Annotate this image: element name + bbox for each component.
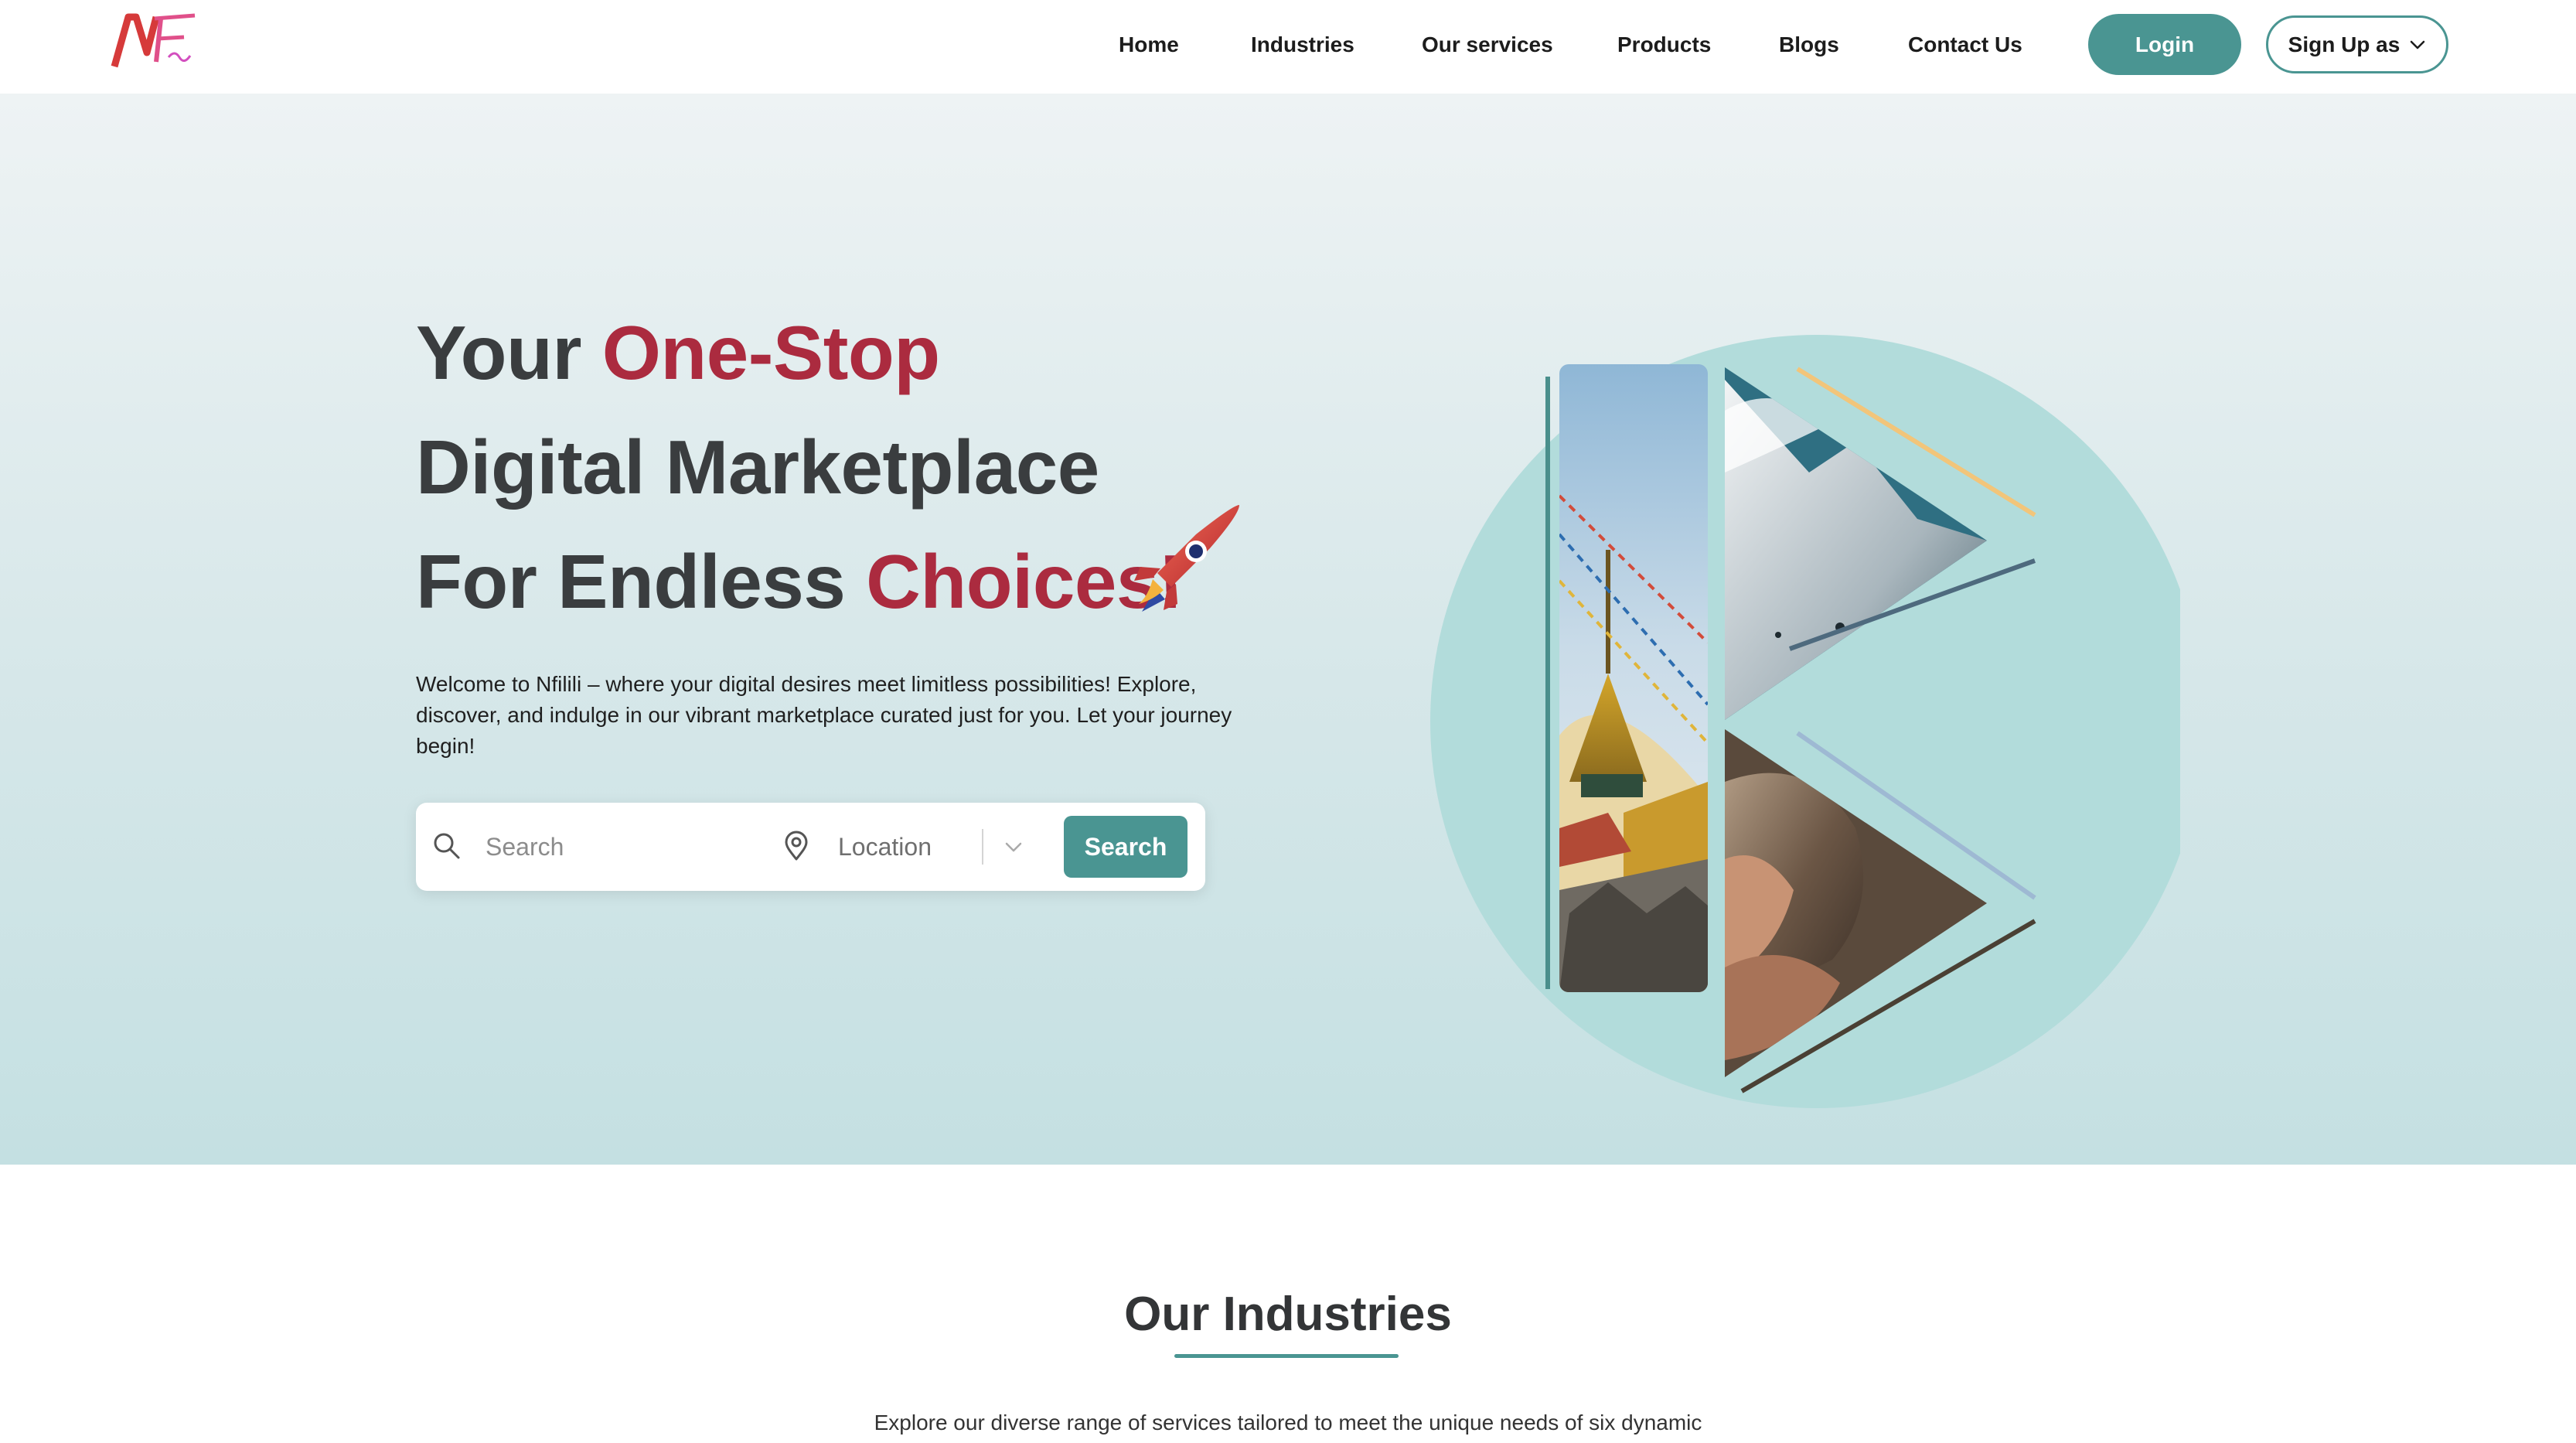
nav-link-home[interactable]: Home: [1119, 29, 1179, 60]
nav-link-products[interactable]: Products: [1617, 29, 1711, 60]
hero-section: Your One-Stop Digital Marketplace For En…: [0, 94, 2576, 1165]
location-divider: [982, 829, 983, 865]
nav-link-contact-us[interactable]: Contact Us: [1908, 29, 2022, 60]
nav-link-our-services[interactable]: Our services: [1422, 29, 1553, 60]
signup-label: Sign Up as: [2288, 32, 2401, 56]
location-pin-icon: [785, 831, 808, 861]
hero-headline-line-1: Your One-Stop: [416, 306, 940, 399]
headline-text: For Endless: [416, 539, 867, 624]
title-underline: [1174, 1354, 1399, 1358]
login-button[interactable]: Login: [2088, 14, 2241, 75]
headline-accent-one-stop: One-Stop: [601, 310, 940, 395]
nav-link-industries[interactable]: Industries: [1251, 29, 1354, 60]
chevron-down-icon[interactable]: [1000, 834, 1027, 860]
rocket-icon: [1134, 505, 1239, 612]
search-button[interactable]: Search: [1064, 816, 1187, 878]
top-navigation: Home Industries Our services Products Bl…: [0, 0, 2576, 94]
signup-dropdown-button[interactable]: Sign Up as: [2266, 15, 2448, 73]
hero-intro-text: Welcome to Nfilili – where your digital …: [416, 672, 1232, 758]
hero-headline-line-3: For Endless Choices!: [416, 535, 1184, 628]
search-bar: Search: [416, 803, 1205, 891]
hero-headline-line-2: Digital Marketplace: [416, 425, 1099, 510]
headline-text: Your: [416, 310, 602, 395]
search-icon: [434, 833, 460, 859]
industries-subtitle: Explore our diverse range of services ta…: [874, 1411, 1702, 1434]
search-input[interactable]: [486, 826, 764, 868]
nav-link-blogs[interactable]: Blogs: [1779, 29, 1839, 60]
industries-title: Our Industries: [1124, 1288, 1452, 1341]
chevron-down-icon: [2411, 40, 2425, 49]
location-input[interactable]: [838, 826, 993, 868]
hero-collage-illustration: [1430, 335, 2180, 1108]
